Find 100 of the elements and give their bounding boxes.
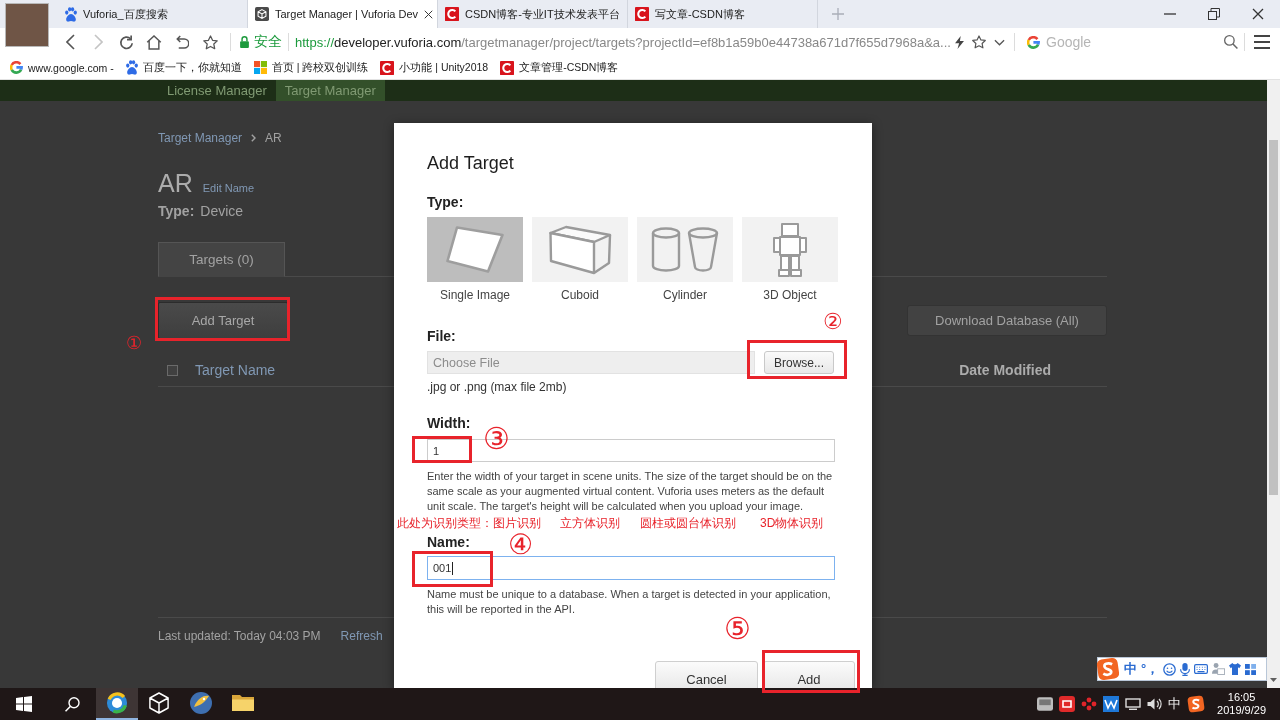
cube-icon[interactable] [149,692,169,714]
target-type-label: Cylinder [663,288,707,302]
g-logo-icon [10,61,23,74]
keyboard-icon[interactable] [1194,664,1209,674]
bookmark[interactable]: 小功能 | Unity2018 [380,60,489,75]
microphone-icon[interactable] [1180,662,1191,676]
zigzag-tile-icon[interactable] [1103,696,1120,712]
restore-icon[interactable] [1208,8,1220,20]
bookmark[interactable]: 百度一下，你就知道 [125,60,242,75]
avatar-placeholder [5,3,49,47]
smiley-icon[interactable] [1163,662,1177,676]
type-label: Type: [158,203,195,219]
start-icon[interactable] [16,696,32,712]
step-number: ⑤ [724,614,751,644]
browser-tab[interactable]: Target Manager | Vuforia Dev [248,0,438,28]
scrollbar-thumb[interactable] [1269,140,1278,495]
browser-tab[interactable]: 写文章-CSDN博客 [628,0,818,28]
drive-icon[interactable] [1037,697,1054,711]
s-logo-icon[interactable] [1187,695,1206,713]
cancel-button[interactable]: Cancel [655,661,758,688]
breadcrumb-link[interactable]: Target Manager [158,131,243,145]
annotation-note: 3D物体识别 [760,517,824,530]
annotation-note: 圆柱或圆台体识别 [640,517,736,530]
targets-tab[interactable]: Targets (0) [158,242,285,277]
annotation-note: 此处为识别类型：图片识别 [397,517,541,530]
input-mode-toggle[interactable]: 中 [1124,660,1137,678]
star-icon[interactable] [972,35,986,49]
download-database-button[interactable]: Download Database (All) [907,305,1107,336]
add-target-button[interactable]: Add Target [158,302,288,339]
highlight-frame [412,436,472,463]
step-number: ② [823,311,843,333]
name-field[interactable]: 001 [427,556,835,580]
target-type-tile[interactable] [742,217,838,282]
edit-name-link[interactable]: Edit Name [202,182,255,194]
clock-date[interactable]: 2019/9/29 [1217,704,1266,717]
lightning-icon[interactable] [955,35,964,49]
file-label: File: [427,328,456,344]
secure-label: 安全 [254,33,282,51]
undo-icon[interactable] [175,35,189,49]
taskbar-app[interactable] [96,688,138,720]
cube-logo-icon [255,7,269,21]
squares-icon [253,61,267,74]
target-type-label: Single Image [439,288,510,302]
annotation-note: 立方体识别 [560,517,620,530]
text-cursor-icon [452,561,454,575]
speaker-icon[interactable] [1147,697,1163,711]
chevron-down-icon[interactable] [994,38,1005,46]
reload-icon[interactable] [118,34,134,50]
step-number: ④ [508,531,533,559]
browse-button[interactable]: Browse... [764,351,834,374]
app-tile-icon[interactable] [1059,696,1076,712]
dots-icon[interactable] [1081,697,1098,711]
input-language-indicator[interactable]: 中 [1168,695,1182,713]
close-icon[interactable] [424,9,434,19]
breadcrumb-current: AR [265,131,282,145]
target-type-tile[interactable] [637,217,733,282]
robot-icon [772,222,808,277]
home-icon[interactable] [146,34,162,50]
scrollbar[interactable] [1267,80,1280,688]
target-type-tile[interactable] [427,217,523,282]
close-icon[interactable] [1252,8,1264,20]
folder-icon[interactable] [232,695,254,711]
c-logo-icon [445,7,459,21]
target-type-tile[interactable] [532,217,628,282]
s-logo-icon[interactable] [1096,656,1120,682]
select-all-checkbox[interactable] [167,364,178,376]
nav-link[interactable]: License Manager [158,80,276,101]
paw-icon [65,6,77,22]
c-logo-icon [635,7,649,21]
grid-icon[interactable] [1245,663,1257,675]
search-icon[interactable] [64,696,80,712]
width-help-text: Enter the width of your target in scene units. The size of the target should be on the same scale as your augmented virtual content. Vuforia uses meters as the default unit scale. The target's height will be calculated when you upload your image. [427,469,834,514]
browser-tab[interactable]: CSDN博客-专业IT技术发表平台 [438,0,628,28]
refresh-link[interactable]: Refresh [340,629,383,643]
database-title: AR [158,168,193,198]
last-updated-text: Last updated: Today 04:03 PM [158,629,321,643]
clock-time[interactable]: 16:05 [1227,691,1256,704]
name-help-text: Name must be unique to a database. When a target is detected in your application, this will be reported in the API. [427,587,832,616]
add-button[interactable]: Add [763,661,855,688]
bookmark[interactable]: www.google.com - [10,61,114,74]
punctuation-toggle[interactable]: °， [1141,660,1160,678]
bird-icon[interactable] [190,692,212,714]
star-icon[interactable] [202,34,218,50]
g-logo-icon [1027,35,1040,49]
column-header[interactable]: Target Name [195,362,276,378]
shirt-icon[interactable] [1229,663,1242,675]
bookmark[interactable]: 首页 | 跨校双创训练 [253,60,369,75]
type-label: Type: [427,194,464,210]
name-label: Name: [427,534,470,550]
network-icon[interactable] [1125,698,1142,710]
file-hint: .jpg or .png (max file 2mb) [427,380,567,394]
ring-icon[interactable] [106,692,128,714]
menu-icon[interactable] [1254,35,1270,49]
caret-down-icon[interactable] [1270,678,1277,682]
address-field[interactable]: https://developer.vuforia.com/targetmanager/project/targets?projectId=ef8b1a59b0e44738a671d7f655d7968a&a... [295,34,951,50]
back-icon[interactable] [65,34,75,50]
type-value: Device [200,203,244,219]
bookmark[interactable]: 文章管理-CSDN博客 [500,60,619,75]
cylinder-and-cup-icon [651,226,719,273]
dialog-title: Add Target [427,152,514,174]
